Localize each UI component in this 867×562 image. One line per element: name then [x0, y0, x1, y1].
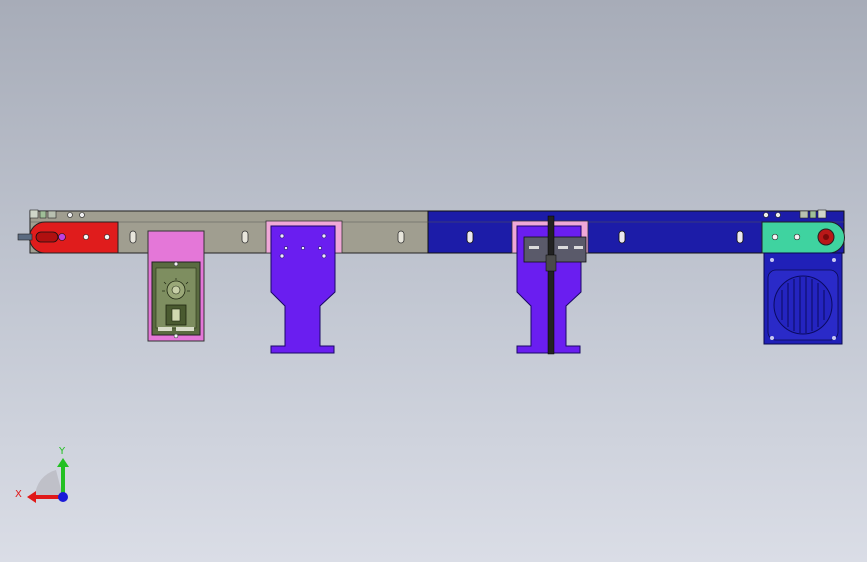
shaft-stub	[17, 233, 33, 241]
drive-motor[interactable]	[763, 252, 843, 345]
motor-fan-cover-icon	[773, 275, 833, 335]
shaft-icon	[58, 233, 66, 241]
speed-controller-box[interactable]	[147, 230, 205, 342]
support-leg-left[interactable]	[265, 220, 343, 354]
triad-quadrant	[35, 470, 63, 497]
cad-viewport[interactable]: Y X	[0, 0, 867, 562]
orientation-triad[interactable]: Y X	[15, 446, 69, 503]
tension-slot	[35, 231, 59, 243]
y-axis-label: Y	[58, 446, 66, 457]
x-axis-label: X	[15, 489, 22, 500]
vertical-post	[547, 215, 555, 355]
z-axis-dot	[58, 492, 68, 502]
support-leg-right[interactable]	[511, 215, 589, 355]
